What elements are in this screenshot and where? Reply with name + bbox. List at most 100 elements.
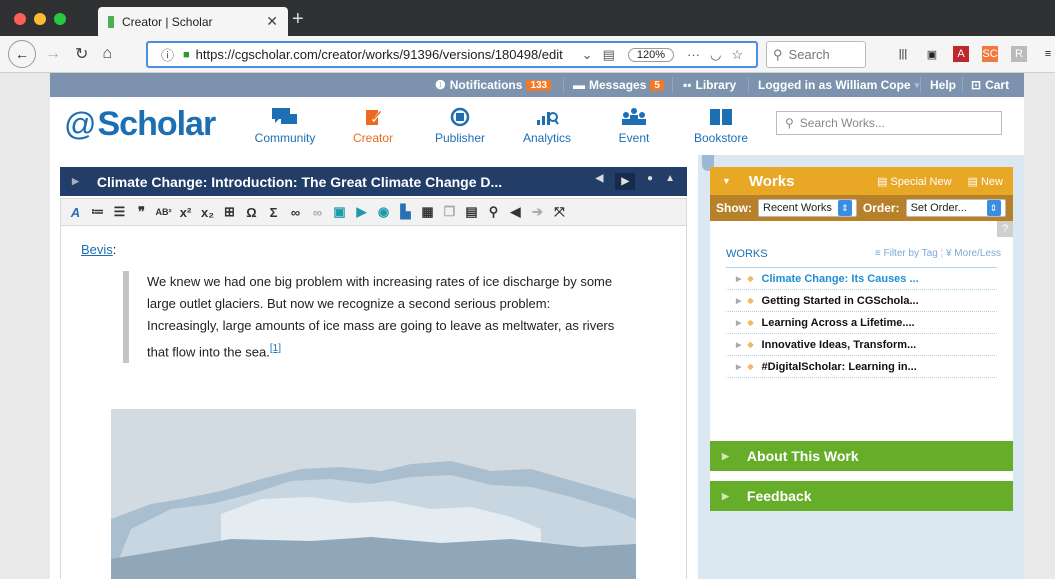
nav-event-label: Event	[618, 131, 650, 145]
help-link[interactable]: Help	[930, 78, 956, 92]
sc-extension-icon[interactable]: SC	[982, 46, 998, 62]
bevis-link[interactable]: Bevis	[81, 242, 113, 257]
library-icon[interactable]: |||	[895, 46, 911, 62]
tag-icon: ◆	[747, 362, 754, 371]
nav-analytics[interactable]: Analytics	[507, 107, 587, 145]
blockquote-icon[interactable]: ❞	[133, 204, 150, 220]
tag-icon: ◆	[747, 274, 754, 283]
star-icon[interactable]: ☆	[731, 47, 743, 63]
nav-publisher[interactable]: Publisher	[420, 107, 500, 145]
nav-community[interactable]: Community	[245, 107, 325, 145]
bullet-list-icon[interactable]: ☰	[111, 204, 128, 220]
minimize-window-button[interactable]	[34, 13, 46, 25]
copy-icon[interactable]: ❐	[441, 204, 458, 220]
paste-icon[interactable]: ▤	[463, 204, 480, 220]
chevron-down-icon[interactable]: ⌄	[582, 47, 593, 63]
back-button[interactable]: ←	[8, 40, 36, 68]
browser-tab[interactable]: Creator | Scholar ✕	[98, 7, 288, 36]
close-window-button[interactable]	[14, 13, 26, 25]
pocket-icon[interactable]: ◡	[710, 47, 721, 63]
preview-icon[interactable]: ●	[647, 173, 653, 190]
forward-button[interactable]: →	[45, 45, 61, 63]
insert-video-icon[interactable]: ◉	[375, 204, 392, 220]
prev-section-icon[interactable]: ◀	[596, 173, 604, 190]
show-select[interactable]: Recent Works ⇕	[758, 199, 857, 217]
reader-view-icon[interactable]: ▤	[603, 47, 615, 63]
search-icon[interactable]: ⚲	[485, 204, 502, 220]
list-item[interactable]: ▶ ◆ Learning Across a Lifetime....	[726, 312, 997, 334]
new-tab-button[interactable]: +	[292, 8, 304, 31]
about-this-work-panel[interactable]: ▶ About This Work	[710, 441, 1013, 471]
messages-link[interactable]: ▬ Messages 5	[573, 78, 664, 92]
expand-icon[interactable]: ▶	[72, 176, 79, 187]
maximize-window-button[interactable]	[54, 13, 66, 25]
nav-event[interactable]: Event	[594, 107, 674, 145]
footnote-link[interactable]: [1]	[270, 343, 281, 354]
upload-icon[interactable]: ▲	[665, 173, 675, 190]
address-bar[interactable]: ⓘ ■ https://cgscholar.com/creator/works/…	[146, 41, 758, 68]
superscript-icon[interactable]: x²	[177, 205, 194, 220]
event-icon	[622, 108, 646, 125]
zoom-level[interactable]: 120%	[627, 47, 674, 62]
scholar-logo[interactable]: @Scholar	[64, 105, 216, 144]
work-title[interactable]: Climate Change: Introduction: The Great …	[97, 174, 596, 190]
editor-content[interactable]: Bevis: We knew we had one big problem wi…	[60, 226, 687, 579]
insert-embed-icon[interactable]: ▦	[419, 204, 436, 220]
chemistry-icon[interactable]: AB²	[155, 207, 172, 217]
special-char-icon[interactable]: Ω	[243, 205, 260, 220]
link-icon[interactable]: ∞	[287, 205, 304, 220]
undo-icon[interactable]: ◀	[507, 204, 524, 220]
extension-icon[interactable]: R	[1011, 46, 1027, 62]
list-item[interactable]: ▶ ◆ Innovative Ideas, Transform...	[726, 334, 997, 356]
pdf-extension-icon[interactable]: A	[953, 46, 969, 62]
menu-icon[interactable]: ≡	[1040, 46, 1055, 62]
new-work-button[interactable]: ▤ New	[962, 175, 1009, 188]
more-actions-icon[interactable]: ···	[687, 47, 700, 62]
sidebar-icon[interactable]: ▣	[924, 46, 940, 62]
filter-by-tag-link[interactable]: ≡ Filter by Tag	[875, 248, 938, 259]
close-tab-icon[interactable]: ✕	[266, 13, 278, 30]
special-new-button[interactable]: ▤ Special New	[871, 175, 958, 188]
subscript-icon[interactable]: x₂	[199, 205, 216, 220]
reload-button[interactable]: ↻	[75, 44, 88, 64]
insert-file-icon[interactable]: ▙	[397, 204, 414, 220]
more-less-link[interactable]: ¥ More/Less	[946, 248, 1001, 259]
math-icon[interactable]: Σ	[265, 205, 282, 220]
tag-icon: ◆	[747, 340, 754, 349]
order-select[interactable]: Set Order... ⇕	[905, 199, 1006, 217]
ordered-list-icon[interactable]: ≔	[89, 204, 106, 220]
cart-link[interactable]: ⊡ Cart	[971, 78, 1009, 92]
redo-icon[interactable]: ➔	[529, 204, 546, 220]
browser-search-input[interactable]: ⚲ Search	[766, 41, 866, 68]
nav-creator-label: Creator	[352, 131, 393, 145]
library-link[interactable]: ▪▪ Library	[683, 78, 736, 92]
table-icon[interactable]: ⊞	[221, 204, 238, 220]
unlink-icon[interactable]: ∞	[309, 205, 326, 220]
info-icon[interactable]: ⓘ	[161, 45, 174, 64]
insert-image-icon[interactable]: ▣	[331, 204, 348, 220]
nav-creator[interactable]: Creator	[333, 107, 413, 145]
next-section-icon[interactable]: ▶	[615, 173, 636, 190]
home-button[interactable]: ⌂	[102, 45, 112, 63]
search-works-input[interactable]: ⚲ Search Works...	[776, 111, 1002, 135]
works-title: Works	[748, 172, 795, 190]
divider	[962, 77, 963, 93]
list-item[interactable]: ▶ ◆ Climate Change: Its Causes ...	[726, 268, 997, 290]
insert-media-icon[interactable]: ▶	[353, 204, 370, 220]
iceberg-graphic	[111, 409, 636, 579]
fullscreen-icon[interactable]: ⤧	[551, 204, 568, 220]
font-style-icon[interactable]: A	[67, 205, 84, 220]
url-text[interactable]: https://cgscholar.com/creator/works/9139…	[196, 47, 577, 62]
account-menu[interactable]: Logged in as William Cope ▾	[758, 78, 919, 92]
editor-toolbar: A ≔ ☰ ❞ AB² x² x₂ ⊞ Ω Σ ∞ ∞ ▣ ▶ ◉ ▙ ▦ ❐ …	[60, 198, 687, 226]
notifications-link[interactable]: ❶ Notifications 133	[435, 78, 552, 92]
work-item-label: #DigitalScholar: Learning in...	[761, 360, 917, 373]
nav-bookstore[interactable]: Bookstore	[681, 107, 761, 145]
nav-community-label: Community	[254, 131, 316, 145]
list-item[interactable]: ▶ ◆ #DigitalScholar: Learning in...	[726, 356, 997, 378]
feedback-panel[interactable]: ▶ Feedback	[710, 481, 1013, 511]
expand-icon: ▶	[722, 490, 729, 501]
help-icon[interactable]: ?	[997, 221, 1013, 237]
list-item[interactable]: ▶ ◆ Getting Started in CGSchola...	[726, 290, 997, 312]
collapse-icon[interactable]: ▼	[722, 176, 731, 186]
